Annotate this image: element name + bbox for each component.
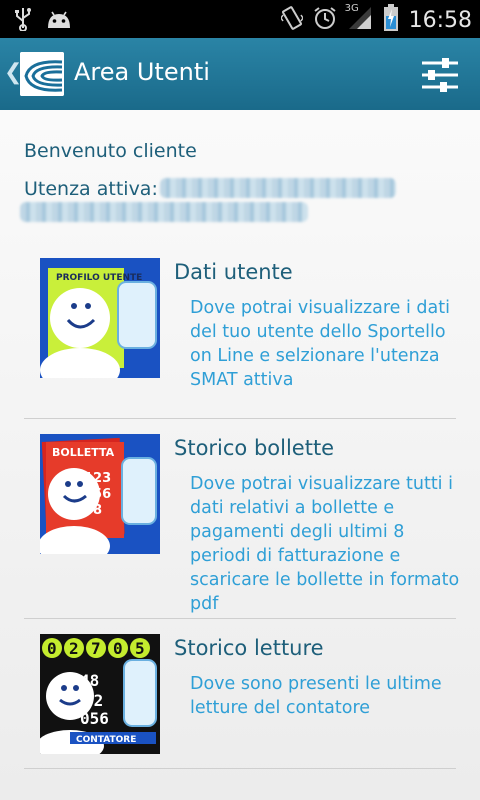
clock: 16:58 [408, 7, 472, 33]
status-bar: 3G 16:58 [0, 0, 480, 38]
android-icon [46, 8, 72, 34]
meter-thumbnail-icon: 0 2 7 0 5 48 32 056 CONTATORE [40, 634, 160, 754]
svg-text:7: 7 [91, 639, 101, 658]
list-item-storico-bollette[interactable]: BOLLETTA 123 456 78 Storico bollette Dov… [24, 434, 459, 619]
item-title: Storico bollette [174, 436, 335, 460]
welcome-text: Benvenuto cliente [24, 140, 197, 162]
app-logo-icon[interactable] [20, 52, 64, 96]
battery-charging-icon [383, 4, 399, 36]
thumb-label: BOLLETTA [52, 446, 115, 459]
redacted-utenza [160, 178, 396, 198]
bill-thumbnail-icon: BOLLETTA 123 456 78 [40, 434, 160, 554]
list-item-dati-utente[interactable]: PROFILO UTENTE Dati utente Dove potrai v… [24, 258, 456, 419]
svg-text:2: 2 [69, 639, 79, 658]
list-item-storico-letture[interactable]: 0 2 7 0 5 48 32 056 CONTATORE Storico le… [24, 634, 456, 769]
profile-thumbnail-icon: PROFILO UTENTE [40, 258, 160, 378]
item-description: Dove potrai visualizzare i dati del tuo … [190, 298, 450, 390]
redacted-utenza-2 [20, 202, 308, 222]
page-title: Area Utenti [74, 58, 210, 86]
svg-text:0: 0 [113, 639, 123, 658]
signal-icon: 3G [344, 3, 373, 35]
content-area: Benvenuto cliente Utenza attiva: PROFILO… [0, 110, 480, 800]
settings-sliders-icon[interactable] [420, 56, 460, 94]
network-type-label: 3G [344, 3, 359, 14]
action-bar: ❮ Area Utenti [0, 38, 480, 110]
svg-text:5: 5 [135, 639, 145, 658]
item-description: Dove potrai visualizzare tutti i dati re… [190, 474, 460, 614]
item-description: Dove sono presenti le ultime letture del… [190, 674, 442, 718]
utenza-label: Utenza attiva: [24, 178, 158, 200]
item-title: Storico letture [174, 636, 324, 660]
usb-icon [14, 7, 32, 35]
thumb-label: CONTATORE [76, 735, 136, 745]
vibrate-icon [279, 5, 304, 35]
item-title: Dati utente [174, 260, 293, 284]
alarm-icon [313, 6, 337, 34]
svg-text:0: 0 [47, 639, 57, 658]
